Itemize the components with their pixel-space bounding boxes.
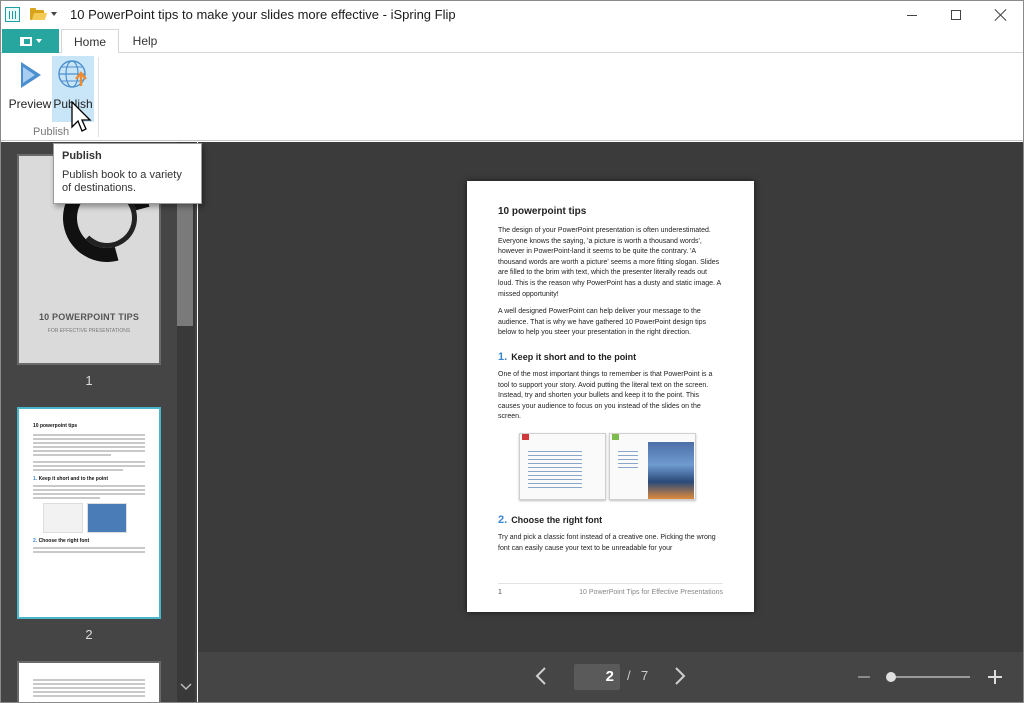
preview-button[interactable]: Preview xyxy=(9,56,51,122)
app-icon[interactable] xyxy=(5,7,20,22)
thumbnail-number-1: 1 xyxy=(85,373,93,388)
close-icon xyxy=(995,9,1007,21)
page-paragraph-1: The design of your PowerPoint presentati… xyxy=(498,227,721,298)
zoom-in-icon[interactable] xyxy=(988,670,1002,684)
building-photo xyxy=(648,441,694,499)
thumbnail-page-3[interactable] xyxy=(17,661,161,702)
maximize-icon xyxy=(951,10,961,20)
thumbnail-number-2: 2 xyxy=(85,627,93,642)
thumbnail-panel: 10 POWERPOINT TIPS FOR EFFECTIVE PRESENT… xyxy=(1,142,197,702)
zoom-slider-handle[interactable] xyxy=(886,672,896,682)
ribbon-group-separator xyxy=(98,57,99,137)
close-button[interactable] xyxy=(978,1,1023,29)
page-separator: / xyxy=(627,668,631,683)
footer-text: 10 PowerPoint Tips for Effective Present… xyxy=(579,589,723,596)
page-paragraph-2: A well designed PowerPoint can help deli… xyxy=(498,308,707,337)
next-page-icon[interactable] xyxy=(673,666,687,686)
cover-subtitle: FOR EFFECTIVE PRESENTATIONS xyxy=(47,328,131,334)
tab-home[interactable]: Home xyxy=(61,29,119,54)
menu-icon xyxy=(19,36,32,46)
quick-access-dropdown-icon[interactable] xyxy=(51,12,57,16)
thumbnail-page-2[interactable]: 10 powerpoint tips 1. Keep it short and … xyxy=(17,407,161,619)
tooltip-title: Publish xyxy=(62,150,102,162)
mini-heading-2: 2. Choose the right font xyxy=(33,538,90,544)
chevron-down-icon xyxy=(35,39,42,43)
maximize-button[interactable] xyxy=(933,1,979,29)
section-text-2: Try and pick a classic font instead of a… xyxy=(498,533,716,552)
title-bar: 10 PowerPoint tips to make your slides m… xyxy=(1,1,1023,29)
page-footer: 1 10 PowerPoint Tips for Effective Prese… xyxy=(498,583,723,596)
mini-images xyxy=(43,503,135,533)
file-menu-button[interactable] xyxy=(2,29,59,53)
tab-help[interactable]: Help xyxy=(123,29,167,53)
cover-title: 10 POWERPOINT TIPS xyxy=(38,312,140,322)
section-heading-2: 2. Choose the right font xyxy=(498,513,603,526)
zoom-slider[interactable] xyxy=(891,676,970,678)
open-folder-icon[interactable] xyxy=(30,8,48,20)
minimize-button[interactable] xyxy=(889,1,935,29)
total-pages: 7 xyxy=(641,668,649,683)
globe-upload-icon xyxy=(55,56,91,94)
publish-tooltip: Publish Publish book to a variety of des… xyxy=(53,143,202,204)
previous-page-icon[interactable] xyxy=(534,666,548,686)
preview-label: Preview xyxy=(8,97,52,111)
section-heading-1: 1. Keep it short and to the point xyxy=(498,350,637,363)
minimize-icon xyxy=(907,14,917,16)
slide-images xyxy=(519,432,723,502)
tooltip-body: Publish book to a variety of destination… xyxy=(62,169,182,194)
ribbon-tab-row: Home Help xyxy=(1,29,1023,54)
slide-thumbnail-2 xyxy=(609,432,696,500)
mouse-cursor-icon xyxy=(71,101,92,132)
book-page: 10 powerpoint tips The design of your Po… xyxy=(467,181,754,612)
ribbon-panel: Preview Publish Publish xyxy=(1,53,1023,141)
zoom-out-icon[interactable] xyxy=(858,676,870,678)
mini-page-title: 10 powerpoint tips xyxy=(33,423,78,429)
play-icon xyxy=(12,56,48,94)
app-window: 10 PowerPoint tips to make your slides m… xyxy=(0,0,1024,703)
footer-page-number: 1 xyxy=(498,589,502,596)
scroll-down-icon[interactable] xyxy=(179,680,193,694)
slide-thumbnail-1 xyxy=(519,432,606,500)
ribbon-group-label: Publish xyxy=(33,126,70,138)
window-title: 10 PowerPoint tips to make your slides m… xyxy=(70,7,456,22)
page-title: 10 powerpoint tips xyxy=(498,206,587,217)
current-page-input[interactable]: 2 xyxy=(574,664,620,690)
mini-heading-1: 1. Keep it short and to the point xyxy=(33,476,109,482)
section-text-1: One of the most important things to reme… xyxy=(498,370,713,421)
